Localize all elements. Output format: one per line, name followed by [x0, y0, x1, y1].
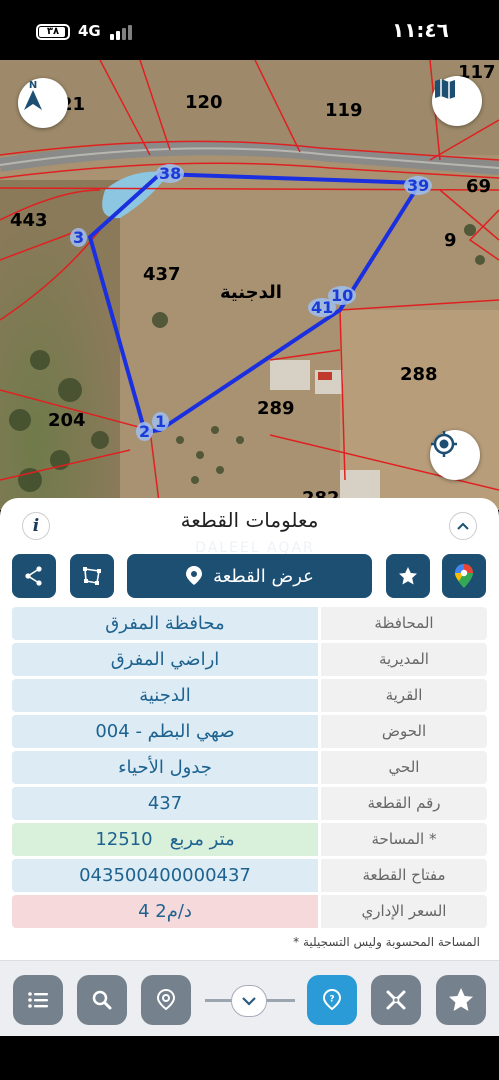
help-pin-icon: ? [322, 988, 342, 1011]
parcel-label: 443 [10, 210, 48, 231]
row-value: اراضي المفرق [12, 643, 318, 676]
map-layers-icon[interactable] [432, 76, 482, 126]
star-icon [399, 567, 417, 585]
collapse-button[interactable] [449, 512, 477, 540]
info-row-neighborhood: الحي جدول الأحياء [12, 751, 487, 784]
parcel-label: 69 [466, 176, 492, 197]
info-row-village: القرية الدجنية [12, 679, 487, 712]
share-button[interactable] [12, 554, 56, 598]
svg-text:?: ? [329, 995, 334, 1005]
row-value: 4 د/م2 [12, 895, 318, 928]
google-maps-icon [455, 564, 473, 588]
row-label: رقم القطعة [321, 787, 487, 820]
battery-icon: ٣٨ [36, 24, 70, 40]
area-footnote: * المساحة المحسوبة وليس التسجيلية [293, 935, 480, 949]
north-compass-icon[interactable]: N [18, 78, 68, 128]
info-row-admin-price: السعر الإداري 4 د/م2 [12, 895, 487, 928]
chevron-up-icon [457, 522, 469, 530]
map-view[interactable]: 117 21 120 119 443 69 9 437 288 289 204 … [0, 60, 499, 510]
vertex-label: 3 [70, 228, 88, 247]
signal-icon [110, 24, 136, 40]
vertex-label: 38 [156, 164, 185, 183]
location-marker-icon [156, 988, 176, 1011]
my-location-icon[interactable] [430, 430, 480, 480]
parcel-label: 204 [48, 410, 86, 431]
row-value: جدول الأحياء [12, 751, 318, 784]
parcel-label: 9 [444, 230, 457, 251]
vertex-label: 39 [404, 176, 433, 195]
info-row-directorate: المديرية اراضي المفرق [12, 643, 487, 676]
list-button[interactable] [13, 975, 63, 1025]
parcel-label: 120 [185, 92, 223, 113]
search-button[interactable] [77, 975, 127, 1025]
parcel-label: 437 [143, 264, 181, 285]
info-row-parcel-number: رقم القطعة 437 [12, 787, 487, 820]
location-search-button[interactable] [141, 975, 191, 1025]
row-label: المساحة * [321, 823, 487, 856]
row-label: الحوض [321, 715, 487, 748]
row-label: القرية [321, 679, 487, 712]
battery-level: ٣٨ [46, 26, 60, 37]
status-bar: ٣٨ 4G ١١:٤٦ [0, 0, 499, 60]
row-value: محافظة المفرق [12, 607, 318, 640]
favorites-button[interactable] [436, 975, 486, 1025]
search-icon [92, 990, 112, 1010]
polygon-button[interactable] [70, 554, 114, 598]
help-location-button[interactable]: ? [307, 975, 357, 1025]
row-label: مفتاح القطعة [321, 859, 487, 892]
network-type: 4G [78, 22, 101, 40]
show-parcel-button[interactable]: عرض القطعة [127, 554, 372, 598]
info-row-governorate: المحافظة محافظة المفرق [12, 607, 487, 640]
google-maps-button[interactable] [442, 554, 486, 598]
row-value: 12510 متر مربع [12, 823, 318, 856]
tools-button[interactable] [371, 975, 421, 1025]
vertex-label: 1 [152, 412, 170, 431]
row-label: المديرية [321, 643, 487, 676]
list-icon [28, 992, 48, 1008]
info-row-parcel-key: مفتاح القطعة 043500400000437 [12, 859, 487, 892]
polygon-icon [83, 567, 101, 585]
show-parcel-label: عرض القطعة [213, 565, 314, 587]
share-icon [25, 566, 42, 586]
vertex-label: 41 [308, 298, 337, 317]
system-nav-bar [0, 1036, 499, 1080]
row-value: الدجنية [12, 679, 318, 712]
status-time: ١١:٤٦ [392, 18, 449, 42]
row-value: 437 [12, 787, 318, 820]
location-pin-icon [186, 566, 203, 585]
svg-text:N: N [29, 80, 37, 91]
area-name-label: الدجنية [220, 282, 282, 303]
info-row-basin: الحوض صهي البطم - 004 [12, 715, 487, 748]
parcel-info-panel: i معلومات القطعة DALEEL AQAR عرض القطعة [0, 498, 499, 960]
row-label: المحافظة [321, 607, 487, 640]
row-value: صهي البطم - 004 [12, 715, 318, 748]
bottom-toolbar: ? [0, 960, 499, 1036]
panel-title: معلومات القطعة [180, 508, 319, 532]
tools-icon [386, 990, 406, 1010]
chevron-down-icon [242, 997, 256, 1006]
row-value: 043500400000437 [12, 859, 318, 892]
vertex-label: 2 [136, 422, 154, 441]
star-icon [449, 988, 473, 1011]
favorite-button[interactable] [386, 554, 430, 598]
row-label: الحي [321, 751, 487, 784]
parcel-label: 119 [325, 100, 363, 121]
row-label: السعر الإداري [321, 895, 487, 928]
info-row-area: المساحة * 12510 متر مربع [12, 823, 487, 856]
panel-toggle-handle[interactable] [231, 985, 267, 1017]
parcel-label: 289 [257, 398, 295, 419]
parcel-label: 288 [400, 364, 438, 385]
